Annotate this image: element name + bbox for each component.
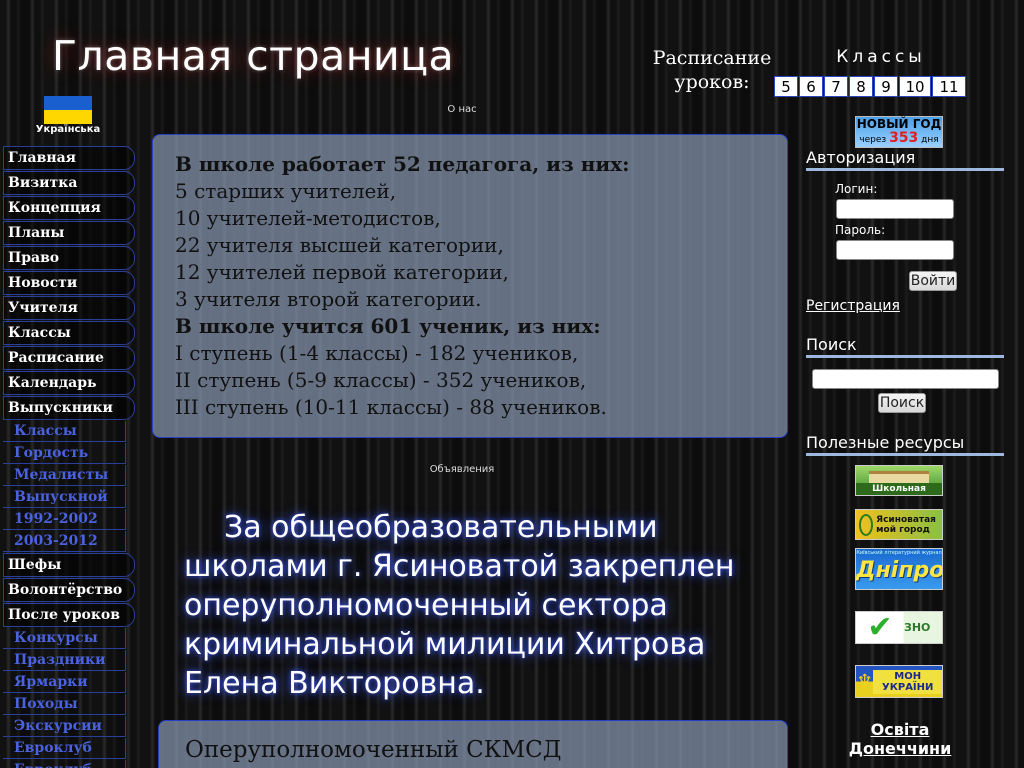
sidebar-menu: Главная Визитка Концепция Планы Право Но… <box>3 146 135 768</box>
submenu-item-holidays[interactable]: Праздники <box>3 650 126 671</box>
language-switch-link[interactable]: Українська <box>22 124 114 135</box>
checkmark-icon: ✔ <box>867 611 893 644</box>
mon-ukraine-banner[interactable]: ♆ МОН УКРАЇНИ <box>855 665 943 698</box>
submenu-item-pride[interactable]: Гордость <box>3 443 126 464</box>
students-line: I ступень (1-4 классы) - 182 учеников, <box>175 341 579 365</box>
banner-label: Дніпро <box>856 558 943 583</box>
school-newspaper-banner[interactable]: Школьная газета <box>855 465 943 496</box>
class-link-7[interactable]: 7 <box>824 76 848 97</box>
class-link-11[interactable]: 11 <box>932 76 966 97</box>
search-heading: Поиск <box>806 335 1004 358</box>
auth-heading: Авторизация <box>806 148 1004 171</box>
menu-item-plans[interactable]: Планы <box>3 221 135 245</box>
second-announcement-box: Оперуполномоченный СКМСД <box>158 720 788 768</box>
submenu-item-hikes[interactable]: Походы <box>3 694 126 715</box>
search-input[interactable] <box>812 369 999 389</box>
ukraine-flag-icon[interactable] <box>44 96 92 124</box>
teachers-line: 22 учителя высшей категории, <box>175 233 504 257</box>
students-line: III ступень (10-11 классы) - 88 учеников… <box>175 395 607 419</box>
new-year-countdown[interactable]: НОВЫЙ ГОД через 353 дня <box>855 116 943 148</box>
submenu-item-medalists[interactable]: Медалисты <box>3 465 126 486</box>
building-icon <box>856 466 942 483</box>
announcements-heading: Объявления <box>429 464 495 475</box>
banner-label: МОН УКРАЇНИ <box>873 669 942 694</box>
announcement-text: За общеобразовательными школами г. Ясино… <box>184 508 764 703</box>
teachers-heading: В школе работает 52 педагога, из них: <box>175 152 630 176</box>
new-year-suffix: дня <box>921 135 939 145</box>
teachers-line: 12 учителей первой категории, <box>175 260 509 284</box>
submenu-item-classes[interactable]: Классы <box>3 421 126 442</box>
class-link-8[interactable]: 8 <box>849 76 873 97</box>
banner-label: Ясиноватая мой город <box>876 514 936 535</box>
menu-item-calendar[interactable]: Календарь <box>3 371 135 395</box>
submenu-item-contests[interactable]: Конкурсы <box>3 628 126 649</box>
new-year-title: НОВЫЙ ГОД <box>856 117 942 131</box>
new-year-days: 353 <box>889 130 919 146</box>
menu-item-schedule[interactable]: Расписание <box>3 346 135 370</box>
submenu-item-1992-2002[interactable]: 1992-2002 <box>3 509 126 530</box>
banner-label: ЗНО <box>904 621 931 634</box>
menu-item-main[interactable]: Главная <box>3 146 135 170</box>
resources-heading: Полезные ресурсы <box>806 433 1004 456</box>
dnipro-banner[interactable]: Київський літературний журнал Дніпро <box>855 548 943 590</box>
login-label: Логин: <box>835 182 878 196</box>
menu-item-law[interactable]: Право <box>3 246 135 270</box>
menu-item-news[interactable]: Новости <box>3 271 135 295</box>
menu-item-volunteering[interactable]: Волонтёрство <box>3 578 135 602</box>
submenu-item-prom[interactable]: Выпускной <box>3 487 126 508</box>
new-year-days-line: через 353 дня <box>856 131 942 147</box>
teachers-line: 3 учителя второй категории. <box>175 287 482 311</box>
register-link[interactable]: Регистрация <box>806 298 900 314</box>
menu-item-patrons[interactable]: Шефы <box>3 553 135 577</box>
students-heading: В школе учится 601 ученик, из них: <box>175 314 601 338</box>
banner-caption: Київський літературний журнал <box>856 550 942 556</box>
menu-item-card[interactable]: Визитка <box>3 171 135 195</box>
class-selector: 5 6 7 8 9 10 11 <box>774 76 967 97</box>
submenu-item-2003-2012[interactable]: 2003-2012 <box>3 531 126 552</box>
submenu-item-fairs[interactable]: Ярмарки <box>3 672 126 693</box>
menu-item-teachers[interactable]: Учителя <box>3 296 135 320</box>
menu-item-after-school[interactable]: После уроков <box>3 603 135 627</box>
page-title: Главная страница <box>52 32 455 80</box>
teachers-line: 5 старших учителей, <box>175 179 397 203</box>
class-link-9[interactable]: 9 <box>874 76 898 97</box>
login-input[interactable] <box>836 199 954 219</box>
submenu-item-euroclub-2[interactable]: Евроклуб <box>3 760 126 768</box>
yasinovataya-banner[interactable]: Ясиноватая мой город <box>855 509 943 540</box>
new-year-prefix: через <box>859 135 887 145</box>
about-heading: О нас <box>447 104 477 115</box>
menu-item-graduates[interactable]: Выпускники <box>3 396 135 420</box>
second-announcement-title: Оперуполномоченный СКМСД <box>185 737 562 763</box>
search-button[interactable]: Поиск <box>878 393 926 413</box>
class-link-6[interactable]: 6 <box>799 76 823 97</box>
zno-banner[interactable]: ✔ ЗНО <box>855 611 943 644</box>
submenu-item-excursions[interactable]: Экскурсии <box>3 716 126 737</box>
osvita-donechchyny-link[interactable]: Освіта Донеччини <box>846 720 954 758</box>
login-button[interactable]: Войти <box>909 271 957 291</box>
students-line: II ступень (5-9 классы) - 352 учеников, <box>175 368 587 392</box>
menu-item-concept[interactable]: Концепция <box>3 196 135 220</box>
trident-icon: ♆ <box>856 670 873 692</box>
class-link-10[interactable]: 10 <box>899 76 931 97</box>
password-label: Пароль: <box>835 223 886 237</box>
class-link-5[interactable]: 5 <box>774 76 798 97</box>
schedule-label: Расписание уроков: <box>652 47 772 93</box>
teachers-line: 10 учителей-методистов, <box>175 206 441 230</box>
school-stats-box: В школе работает 52 педагога, из них: 5 … <box>152 134 788 438</box>
city-logo-icon <box>859 513 874 536</box>
menu-item-classes[interactable]: Классы <box>3 321 135 345</box>
announcement-body: За общеобразовательными школами г. Ясино… <box>184 510 735 701</box>
submenu-item-euroclub[interactable]: Евроклуб <box>3 738 126 759</box>
classes-label: Классы <box>836 47 926 67</box>
password-input[interactable] <box>836 240 954 260</box>
banner-label: Школьная газета <box>856 483 942 495</box>
